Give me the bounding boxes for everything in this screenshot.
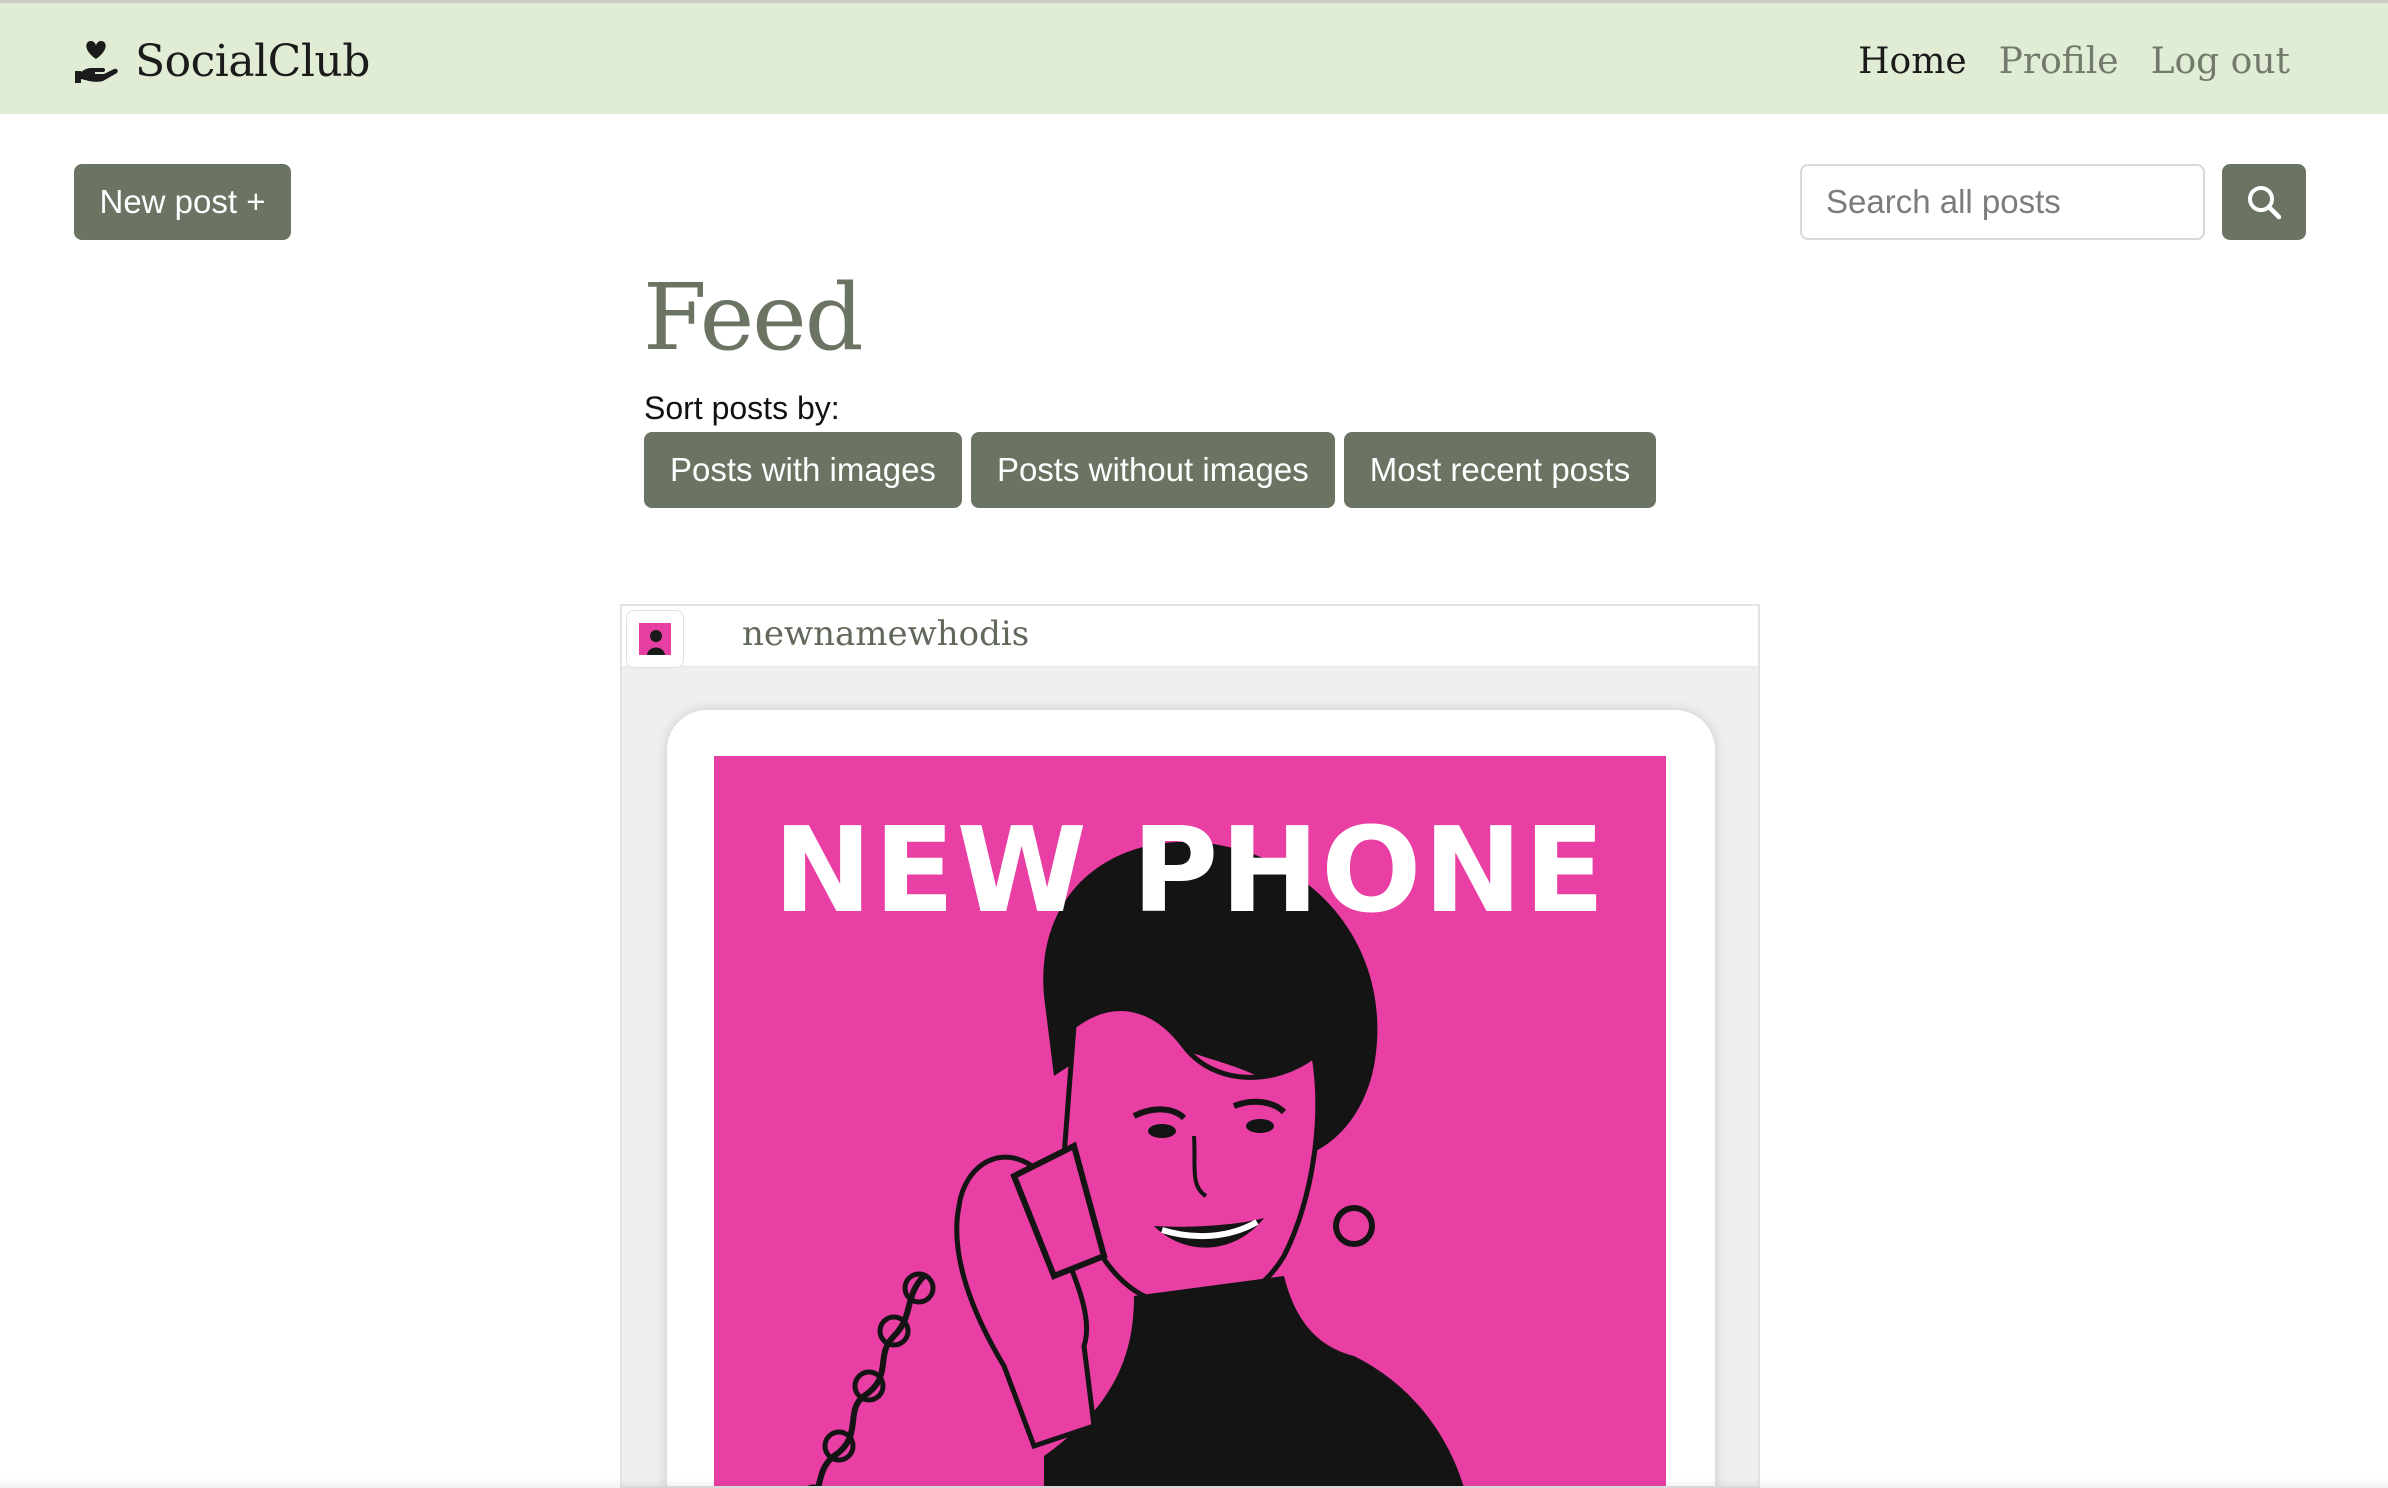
search-input[interactable] [1800,164,2205,240]
search-button[interactable] [2222,164,2306,240]
sort-most-recent-button[interactable]: Most recent posts [1343,432,1657,508]
post-username[interactable]: newnamewhodis [742,614,1029,654]
sort-with-images-button[interactable]: Posts with images [644,432,962,508]
post-image-frame: NEW PHONE [667,710,1715,1486]
nav-home-link[interactable]: Home [1858,41,1967,82]
sort-label: Sort posts by: [644,390,840,426]
hand-heart-icon [75,41,118,83]
post-header: newnamewhodis [622,606,1758,668]
sort-without-images-button[interactable]: Posts without images [970,432,1335,508]
post-image[interactable]: NEW PHONE [714,756,1666,1486]
nav-links: Home Profile Log out [1858,33,2290,89]
brand[interactable]: SocialClub [73,31,370,91]
post-card: newnamewhodis NEW PHONE [620,604,1760,1488]
new-post-button[interactable]: New post + [74,164,291,240]
page-scroll-shadow [0,1478,2388,1488]
brand-name: SocialClub [135,35,370,87]
navbar: SocialClub Home Profile Log out [0,3,2388,114]
search-icon [2248,186,2282,220]
avatar-thumbnail [639,623,671,655]
nav-logout-link[interactable]: Log out [2151,41,2290,82]
page-title: Feed [643,264,864,371]
sort-options: Posts with images Posts without images M… [644,432,1657,508]
nav-profile-link[interactable]: Profile [1999,41,2119,82]
post-image-headline: NEW PHONE [773,801,1607,939]
avatar[interactable] [626,610,684,668]
